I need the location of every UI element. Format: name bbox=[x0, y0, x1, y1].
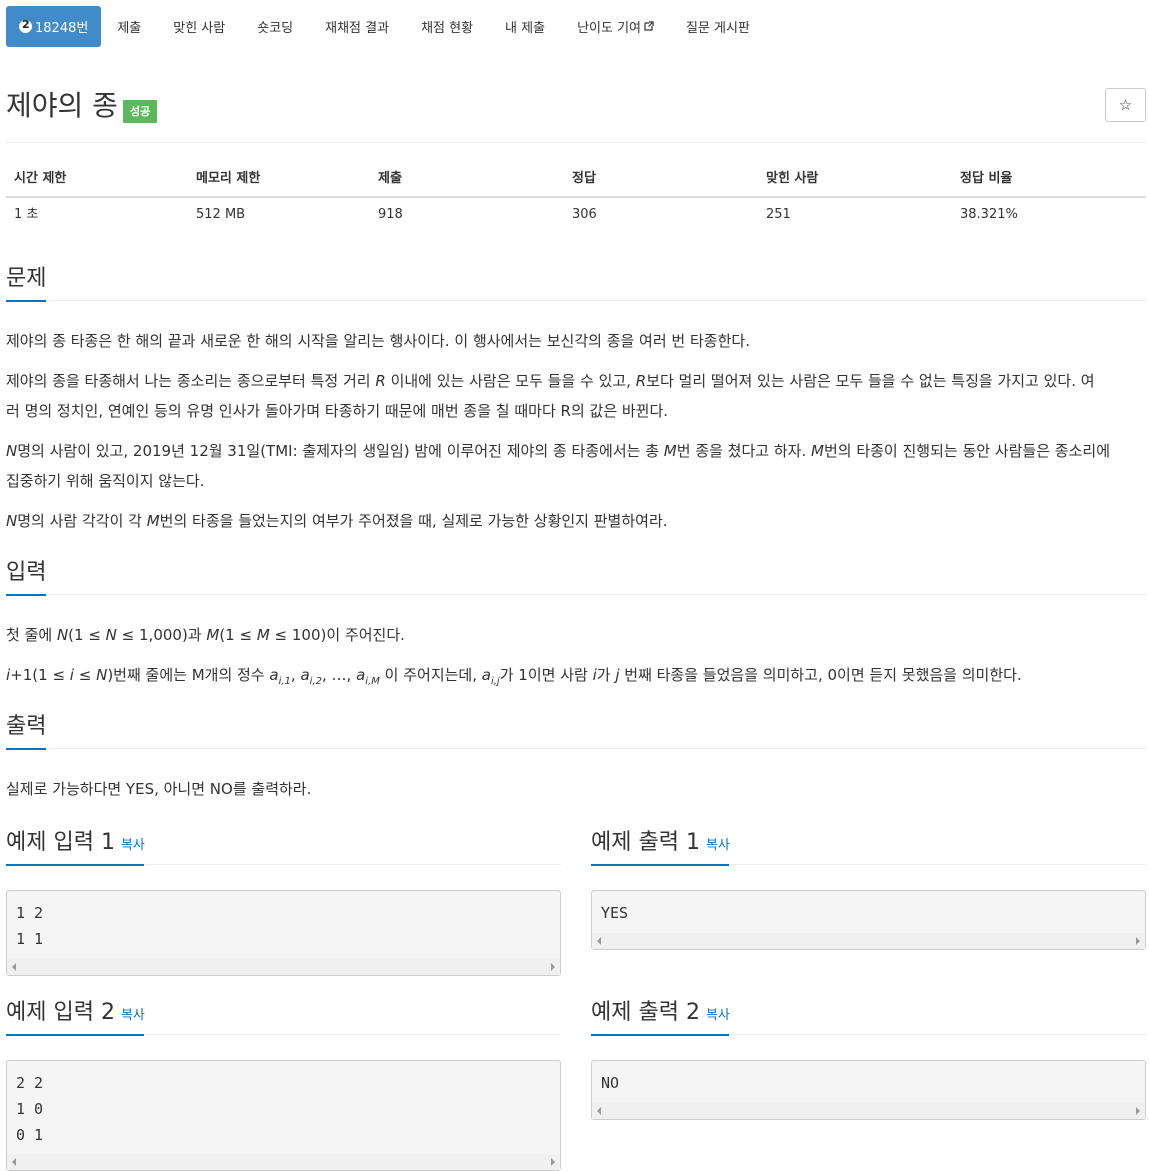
sample-input-2-box[interactable]: 2 2 1 0 0 1 bbox=[6, 1060, 561, 1171]
section-rule bbox=[6, 300, 1146, 301]
status-badge: 성공 bbox=[123, 100, 158, 123]
favorite-button[interactable]: ☆ bbox=[1105, 88, 1146, 122]
problem-info-header: 시간 제한 메모리 제한 제출 정답 맞힌 사람 정답 비율 bbox=[6, 160, 1146, 198]
sample-output-1-text: YES bbox=[601, 904, 629, 922]
tab-rejudge-results[interactable]: 재채점 결과 bbox=[309, 6, 405, 47]
scroll-right-icon bbox=[1136, 1107, 1140, 1115]
horizontal-scrollbar[interactable] bbox=[592, 1103, 1145, 1119]
sample-output-1-heading: 예제 출력 1 복사 bbox=[591, 830, 730, 855]
accept-ratio-value: 38.321% bbox=[960, 207, 1018, 222]
scroll-right-icon bbox=[1136, 937, 1140, 945]
scroll-left-icon bbox=[597, 937, 601, 945]
output-paragraph-1: 실제로 가능하다면 YES, 아니면 NO를 출력하라. bbox=[6, 780, 312, 798]
tab-status[interactable]: 채점 현황 bbox=[405, 6, 489, 47]
sample-output-2-box[interactable]: NO bbox=[591, 1060, 1146, 1120]
sample-output-2-text: NO bbox=[601, 1074, 620, 1092]
scroll-left-icon bbox=[12, 963, 16, 971]
section-rule bbox=[6, 594, 1146, 595]
submissions-value: 918 bbox=[378, 207, 403, 222]
input-paragraph-1: 첫 줄에 N(1 ≤ N ≤ 1,000)과 M(1 ≤ M ≤ 100)이 주… bbox=[6, 626, 405, 644]
problem-menu: 18248번 제출 맞힌 사람 숏코딩 재채점 결과 채점 현황 내 제출 난이… bbox=[6, 6, 766, 47]
divider bbox=[6, 142, 1146, 143]
accepted-value: 306 bbox=[572, 207, 597, 222]
sample-input-2-text: 2 2 1 0 0 1 bbox=[16, 1074, 44, 1144]
scroll-left-icon bbox=[597, 1107, 601, 1115]
tab-problem[interactable]: 18248번 bbox=[6, 6, 102, 47]
sample-input-1-text: 1 2 1 1 bbox=[16, 904, 44, 948]
tab-my-submissions[interactable]: 내 제출 bbox=[489, 6, 561, 47]
header-time-limit: 시간 제한 bbox=[14, 171, 67, 186]
horizontal-scrollbar[interactable] bbox=[592, 933, 1145, 949]
copy-button[interactable]: 복사 bbox=[121, 1008, 145, 1023]
copy-button[interactable]: 복사 bbox=[121, 838, 145, 853]
problem-paragraph-1: 제야의 종 타종은 한 해의 끝과 새로운 한 해의 시작을 알리는 행사이다.… bbox=[6, 332, 750, 350]
scroll-right-icon bbox=[551, 963, 555, 971]
tab-submit[interactable]: 제출 bbox=[101, 6, 157, 47]
section-underline bbox=[6, 1034, 144, 1036]
solved-users-value: 251 bbox=[766, 207, 791, 222]
external-link-icon bbox=[644, 20, 654, 31]
tab-solved-users[interactable]: 맞힌 사람 bbox=[157, 6, 241, 47]
tab-short-coding[interactable]: 숏코딩 bbox=[241, 6, 309, 47]
horizontal-scrollbar[interactable] bbox=[7, 1154, 560, 1170]
section-underline bbox=[6, 300, 46, 302]
sample-output-1-box[interactable]: YES bbox=[591, 890, 1146, 950]
section-title-problem: 문제 bbox=[6, 266, 47, 291]
copy-button[interactable]: 복사 bbox=[706, 1008, 730, 1023]
horizontal-scrollbar[interactable] bbox=[7, 959, 560, 975]
sample-output-2-heading: 예제 출력 2 복사 bbox=[591, 1000, 730, 1025]
section-underline bbox=[591, 864, 729, 866]
scroll-left-icon bbox=[12, 1158, 16, 1166]
input-paragraph-2: i+1(1 ≤ i ≤ N)번째 줄에는 M개의 정수 ai,1, ai,2, … bbox=[6, 666, 1022, 687]
section-underline bbox=[591, 1034, 729, 1036]
tab-question-board[interactable]: 질문 게시판 bbox=[670, 6, 766, 47]
star-icon: ☆ bbox=[1118, 96, 1133, 114]
section-underline bbox=[6, 748, 46, 750]
time-limit-value: 1 초 bbox=[14, 207, 39, 222]
problem-info-row: 1 초 512 MB 918 306 251 38.321% bbox=[6, 199, 1146, 231]
header-solved-users: 맞힌 사람 bbox=[766, 171, 819, 186]
tier-icon bbox=[19, 18, 32, 33]
problem-paragraph-4: N명의 사람 각각이 각 M번의 타종을 들었는지의 여부가 주어졌을 때, 실… bbox=[6, 512, 668, 530]
sample-input-2-heading: 예제 입력 2 복사 bbox=[6, 1000, 145, 1025]
problem-title: 제야의 종 bbox=[6, 89, 118, 122]
header-submissions: 제출 bbox=[378, 171, 402, 186]
copy-button[interactable]: 복사 bbox=[706, 838, 730, 853]
header-memory-limit: 메모리 제한 bbox=[196, 171, 261, 186]
sample-input-1-heading: 예제 입력 1 복사 bbox=[6, 830, 145, 855]
section-underline bbox=[6, 594, 46, 596]
problem-paragraph-2: 제야의 종을 타종해서 나는 종소리는 종으로부터 특정 거리 R 이내에 있는… bbox=[6, 372, 1095, 420]
section-title-input: 입력 bbox=[6, 560, 47, 585]
problem-paragraph-3: N명의 사람이 있고, 2019년 12월 31일(TMI: 출제자의 생일임)… bbox=[6, 442, 1110, 490]
header-accept-ratio: 정답 비율 bbox=[960, 171, 1013, 186]
memory-limit-value: 512 MB bbox=[196, 207, 246, 222]
sample-input-1-box[interactable]: 1 2 1 1 bbox=[6, 890, 561, 976]
section-rule bbox=[6, 748, 1146, 749]
section-title-output: 출력 bbox=[6, 714, 47, 739]
tab-difficulty-contribution[interactable]: 난이도 기여 bbox=[561, 6, 670, 47]
scroll-right-icon bbox=[551, 1158, 555, 1166]
section-underline bbox=[6, 864, 144, 866]
header-accepted: 정답 bbox=[572, 171, 596, 186]
